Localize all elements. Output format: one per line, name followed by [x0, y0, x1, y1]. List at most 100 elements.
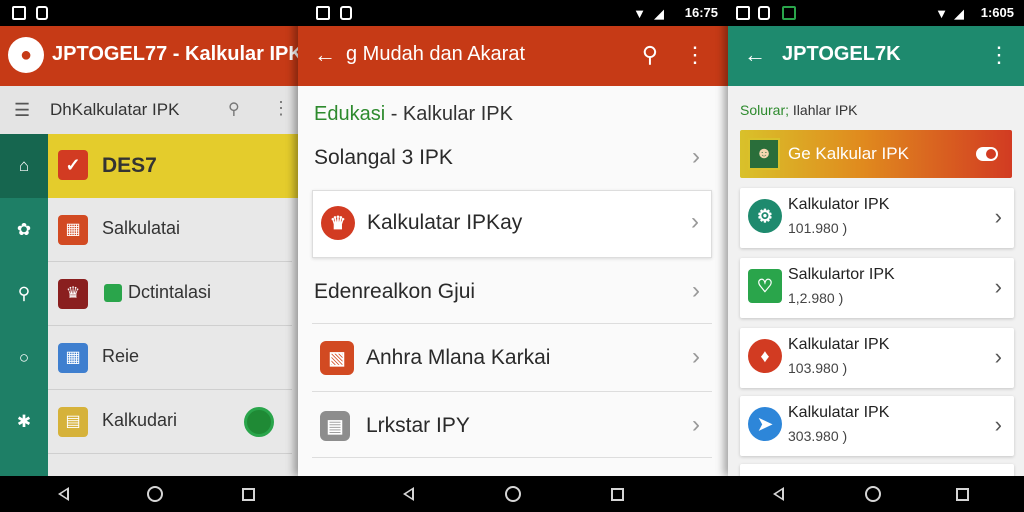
list-item[interactable]: ▤ Kalkudari — [48, 390, 292, 454]
system-nav-bar — [0, 476, 1024, 512]
app-bar: ● JPTOGEL77 - Kalkular IPK — [0, 26, 298, 86]
list-item[interactable]: ♛ Dctintalasi — [48, 262, 292, 326]
search-bar[interactable]: ☰ DhKalkulatar IPK ⚲ ⋮ — [0, 86, 298, 134]
badge-icon: ♦ — [748, 339, 782, 373]
app-title: JPTOGEL7K — [782, 43, 901, 65]
list-item[interactable]: ➤ Kalkulatar IPK 303.980 ) › — [740, 396, 1014, 456]
list-item-label: Solangal 3 IPK — [314, 146, 453, 169]
card-subtitle: 1,2.980 ) — [788, 290, 844, 306]
chevron-right-icon: › — [692, 411, 700, 438]
chevron-right-icon: › — [692, 277, 700, 304]
search-query[interactable]: DhKalkulatar IPK — [50, 100, 179, 120]
home-nav-icon[interactable] — [505, 486, 521, 502]
more-vert-icon[interactable]: ⋮ — [272, 98, 290, 119]
list-item[interactable]: ▦ Salkulatai — [48, 198, 292, 262]
status-time: 16:75 — [684, 5, 718, 20]
lock-icon — [758, 6, 770, 20]
chevron-right-icon: › — [692, 143, 700, 170]
list-item[interactable]: Solangal 3 IPK › — [312, 126, 712, 190]
middle-screen: ▼ ◢ 16:75 ← g Mudah dan Akarat ⚲ ⋮ Eduka… — [298, 0, 728, 476]
list-item-label: Kalkulatar IPKay — [367, 211, 523, 234]
chevron-right-icon: › — [691, 208, 699, 235]
search-icon[interactable]: ⚲ — [642, 42, 658, 68]
right-screen: ▼ ◢ 1:605 ← JPTOGEL7K ⋮ Solurar; Ilahlar… — [728, 0, 1024, 476]
chevron-right-icon: › — [994, 412, 1002, 437]
featured-item[interactable]: ✓ DES7 — [48, 134, 298, 198]
back-nav-icon[interactable] — [403, 487, 414, 501]
back-arrow-icon[interactable]: ← — [314, 42, 336, 68]
gear-icon: ⚙ — [748, 199, 782, 233]
document-icon: ▤ — [320, 411, 350, 441]
app-bar: ← JPTOGEL7K ⋮ — [728, 26, 1024, 86]
app-notification-icon — [782, 6, 796, 20]
notes-icon: ▤ — [58, 407, 88, 437]
avatar: ☻ — [748, 138, 780, 170]
list-item[interactable]: ⚙ Kalkulator IPK 101.980 ) › — [740, 188, 1014, 248]
chevron-right-icon: › — [692, 343, 700, 370]
calendar-icon: ▦ — [58, 343, 88, 373]
card-title: Kalkulatar IPK — [788, 336, 890, 353]
menu-icon[interactable]: ☰ — [14, 100, 30, 121]
lock-icon — [36, 6, 48, 20]
section-heading: Edukasi - Kalkular IPK — [314, 103, 513, 125]
toggle-button[interactable] — [244, 407, 274, 437]
wifi-icon: ▼ — [935, 6, 948, 21]
left-screen: ● JPTOGEL77 - Kalkular IPK ☰ DhKalkulata… — [0, 0, 298, 476]
recents-nav-icon[interactable] — [242, 488, 255, 501]
toggle-switch[interactable] — [976, 147, 998, 161]
asterisk-icon[interactable]: ✱ — [0, 412, 48, 432]
wifi-icon: ▼ — [633, 6, 646, 21]
card-title: Kalkulator IPK — [788, 196, 890, 213]
list-item[interactable]: ▦ Reie — [48, 326, 292, 390]
recents-nav-icon[interactable] — [611, 488, 624, 501]
status-bar: ▼ ◢ 16:75 — [298, 0, 728, 26]
navigation-rail: ⌂ ✿ ⚲ ○ ✱ — [0, 134, 48, 476]
notification-icon — [12, 6, 26, 20]
list-item-label: Anhra Mlana Karkai — [366, 346, 551, 369]
featured-label: DES7 — [102, 154, 157, 177]
app-title: g Mudah dan Akarat — [346, 43, 526, 65]
list-item[interactable]: ♡ Salkulartor IPK 1,2.980 ) › — [740, 258, 1014, 318]
home-nav-icon[interactable] — [865, 486, 881, 502]
recents-nav-icon[interactable] — [956, 488, 969, 501]
chevron-right-icon: › — [994, 344, 1002, 369]
shield-icon: ♡ — [748, 269, 782, 303]
list-item-label: Reie — [102, 346, 140, 366]
list-item[interactable]: ♦ Kalkulatar IPK 103.980 ) › — [740, 328, 1014, 388]
list-item[interactable]: ▧ Anhra Mlana Karkai › — [312, 326, 712, 392]
chevron-right-icon: › — [994, 274, 1002, 299]
home-icon[interactable]: ⌂ — [0, 134, 48, 198]
card-subtitle: 103.980 ) — [788, 360, 848, 376]
more-vert-icon[interactable]: ⋮ — [988, 42, 1010, 68]
list-item[interactable]: Edenrealkon Gjui › — [312, 260, 712, 324]
list-item-label: Dctintalasi — [128, 282, 212, 302]
card-title: Kalkulatar IPK — [788, 404, 890, 421]
list-item[interactable]: ♛ Kalkulatar IPKay › — [312, 190, 712, 258]
signal-icon: ◢ — [654, 6, 664, 21]
list-item-label: Kalkudari — [102, 410, 178, 430]
home-nav-icon[interactable] — [147, 486, 163, 502]
status-bar: ▼ ◢ 1:605 — [728, 0, 1024, 26]
book-icon: ▧ — [320, 341, 354, 375]
back-arrow-icon[interactable]: ← — [744, 42, 766, 68]
search-icon[interactable]: ⚲ — [228, 99, 240, 119]
list-item-label: Edenrealkon Gjui — [314, 280, 476, 303]
check-icon: ✓ — [58, 150, 88, 180]
back-nav-icon[interactable] — [58, 487, 69, 501]
card-title: Salkulartor IPK — [788, 266, 895, 283]
back-nav-icon[interactable] — [773, 487, 784, 501]
list-item[interactable] — [740, 464, 1014, 476]
banner-label: Ge Kalkular IPK — [788, 144, 909, 163]
messenger-icon: ➤ — [748, 407, 782, 441]
circle-icon[interactable]: ○ — [0, 348, 48, 368]
share-icon[interactable]: ✿ — [0, 220, 48, 240]
list-item[interactable]: ▤ Lrkstar IPY › — [312, 394, 712, 458]
status-time: 1:605 — [980, 5, 1014, 20]
more-vert-icon[interactable]: ⋮ — [684, 42, 706, 68]
search-rail-icon[interactable]: ⚲ — [0, 284, 48, 304]
featured-banner[interactable]: ☻ Ge Kalkular IPK — [740, 130, 1012, 178]
lock-icon — [340, 6, 352, 20]
notification-icon — [316, 6, 330, 20]
app-bar: ← g Mudah dan Akarat ⚲ ⋮ — [298, 26, 728, 86]
signal-icon: ◢ — [954, 6, 964, 21]
